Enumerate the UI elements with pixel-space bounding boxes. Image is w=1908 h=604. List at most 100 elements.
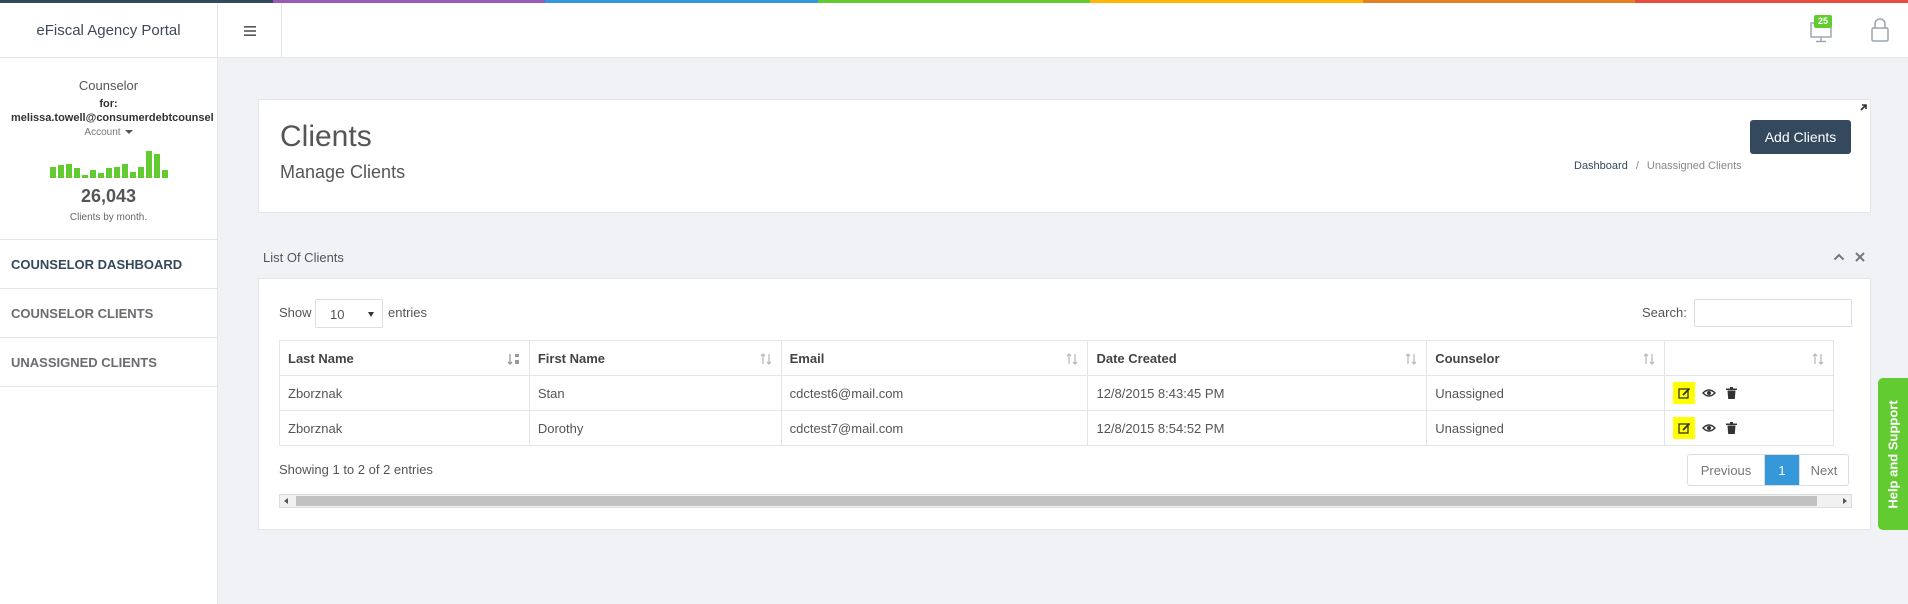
sparkline-bar bbox=[137, 167, 144, 178]
add-clients-button[interactable]: Add Clients bbox=[1750, 120, 1851, 154]
column-header-email[interactable]: Email bbox=[780, 340, 1089, 376]
sparkline-bar bbox=[145, 151, 152, 178]
sparkline-bar bbox=[161, 170, 168, 178]
account-label: Account bbox=[84, 127, 121, 138]
cell-last-name: Zborznak bbox=[279, 410, 530, 446]
sparkline-bar bbox=[81, 175, 88, 178]
chevron-up-icon[interactable] bbox=[1833, 252, 1845, 262]
cell-email: cdctest7@mail.com bbox=[780, 410, 1089, 446]
breadcrumb: Dashboard / Unassigned Clients bbox=[1574, 160, 1742, 172]
edit-icon bbox=[1677, 422, 1690, 434]
clients-table: Last Name First Name Email Date Created … bbox=[279, 340, 1834, 446]
cell-counselor: Unassigned bbox=[1426, 410, 1666, 446]
table-row: Zborznak Stan cdctest6@mail.com 12/8/201… bbox=[279, 375, 1834, 411]
page-header-panel: Clients Manage Clients Add Clients Dashb… bbox=[258, 99, 1871, 213]
column-header-label: Date Created bbox=[1096, 350, 1177, 366]
sparkline-bar bbox=[65, 164, 72, 178]
delete-button[interactable] bbox=[1723, 420, 1739, 436]
column-header-date-created[interactable]: Date Created bbox=[1087, 340, 1428, 376]
help-support-label: Help and Support bbox=[1885, 399, 1901, 509]
column-header-counselor[interactable]: Counselor bbox=[1426, 340, 1666, 376]
trash-icon bbox=[1725, 387, 1737, 399]
column-header-label: Email bbox=[789, 350, 825, 366]
eye-icon bbox=[1702, 424, 1717, 432]
entries-label: entries bbox=[388, 305, 428, 320]
user-email: melissa.towell@consumerdebtcounsel bbox=[11, 112, 214, 124]
nav-counselor-dashboard[interactable]: COUNSELOR DASHBOARD bbox=[0, 240, 217, 289]
breadcrumb-separator: / bbox=[1635, 160, 1639, 172]
column-header-label: Counselor bbox=[1435, 350, 1500, 366]
edit-button[interactable] bbox=[1673, 382, 1696, 404]
scrollbar-thumb[interactable] bbox=[296, 496, 1817, 506]
column-header-first-name[interactable]: First Name bbox=[528, 340, 782, 376]
sort-icon bbox=[1067, 353, 1078, 365]
hamburger-icon bbox=[243, 25, 256, 36]
user-role: Counselor bbox=[78, 78, 139, 93]
scroll-left-icon[interactable] bbox=[284, 498, 288, 504]
clients-sparkline bbox=[0, 146, 217, 178]
account-dropdown[interactable]: Account bbox=[0, 127, 217, 138]
cell-date-created: 12/8/2015 8:54:52 PM bbox=[1087, 410, 1428, 446]
lock-button[interactable] bbox=[1870, 17, 1894, 45]
profile-panel: Counselor for: melissa.towell@consumerde… bbox=[0, 58, 217, 240]
sort-alpha-icon bbox=[507, 354, 519, 365]
sparkline-bar bbox=[121, 164, 128, 178]
nav-unassigned-clients[interactable]: UNASSIGNED CLIENTS bbox=[0, 338, 217, 387]
pagination: Previous 1 Next bbox=[1687, 454, 1849, 486]
page-title: Clients bbox=[280, 120, 372, 153]
table-info: Showing 1 to 2 of 2 entries bbox=[279, 462, 433, 477]
show-label: Show bbox=[279, 305, 312, 320]
sparkline-bar bbox=[153, 154, 160, 178]
table-header-row: Last Name First Name Email Date Created … bbox=[279, 340, 1834, 376]
edit-button[interactable] bbox=[1673, 417, 1696, 439]
scroll-right-icon[interactable] bbox=[1843, 498, 1847, 504]
menu-toggle-button[interactable] bbox=[218, 3, 282, 58]
page-1-button[interactable]: 1 bbox=[1765, 455, 1799, 485]
trash-icon bbox=[1725, 422, 1737, 434]
column-header-label: Last Name bbox=[288, 350, 354, 366]
column-header-actions[interactable] bbox=[1664, 340, 1834, 376]
expand-icon[interactable] bbox=[1856, 101, 1870, 115]
sidebar: Counselor for: melissa.towell@consumerde… bbox=[0, 58, 218, 604]
row-actions bbox=[1673, 417, 1833, 439]
cell-actions bbox=[1664, 375, 1834, 411]
clients-total: 26,043 bbox=[80, 186, 137, 206]
search-input[interactable] bbox=[1694, 299, 1852, 327]
sparkline-bar bbox=[89, 170, 96, 178]
cell-first-name: Dorothy bbox=[528, 410, 782, 446]
sparkline-bar bbox=[113, 167, 120, 178]
cell-email: cdctest6@mail.com bbox=[780, 375, 1089, 411]
sort-icon bbox=[1812, 353, 1824, 365]
help-support-tab[interactable]: Help and Support bbox=[1878, 378, 1908, 530]
sparkline-bar bbox=[73, 168, 80, 178]
close-icon[interactable] bbox=[1855, 252, 1865, 262]
cell-date-created: 12/8/2015 8:43:45 PM bbox=[1087, 375, 1428, 411]
notifications-button[interactable]: 25 bbox=[1808, 15, 1838, 45]
column-header-last-name[interactable]: Last Name bbox=[279, 340, 530, 376]
caret-down-icon bbox=[124, 130, 133, 135]
breadcrumb-dashboard[interactable]: Dashboard bbox=[1574, 160, 1628, 172]
sort-icon bbox=[1643, 353, 1655, 365]
clients-total-label: Clients by month. bbox=[69, 212, 148, 223]
search-label: Search: bbox=[1642, 305, 1687, 320]
nav-counselor-clients[interactable]: COUNSELOR CLIENTS bbox=[0, 289, 217, 338]
notification-badge: 25 bbox=[1814, 15, 1833, 28]
sparkline-bar bbox=[105, 168, 112, 178]
next-page-button[interactable]: Next bbox=[1799, 455, 1848, 485]
previous-page-button[interactable]: Previous bbox=[1688, 455, 1765, 485]
table-row: Zborznak Dorothy cdctest7@mail.com 12/8/… bbox=[279, 410, 1834, 446]
clients-list-panel: Show 10 entries Search: Last Name First … bbox=[258, 278, 1871, 530]
view-button[interactable] bbox=[1701, 420, 1717, 436]
sparkline-bar bbox=[97, 173, 104, 178]
delete-button[interactable] bbox=[1723, 385, 1739, 401]
brand-title: eFiscal Agency Portal bbox=[0, 3, 218, 58]
cell-last-name: Zborznak bbox=[279, 375, 530, 411]
cell-first-name: Stan bbox=[528, 375, 782, 411]
page-size-select[interactable]: 10 bbox=[315, 299, 383, 328]
horizontal-scrollbar[interactable] bbox=[279, 494, 1852, 508]
row-actions bbox=[1673, 382, 1833, 404]
view-button[interactable] bbox=[1701, 385, 1717, 401]
cell-counselor: Unassigned bbox=[1426, 375, 1666, 411]
column-header-label: First Name bbox=[537, 350, 606, 366]
sort-icon bbox=[760, 353, 772, 365]
